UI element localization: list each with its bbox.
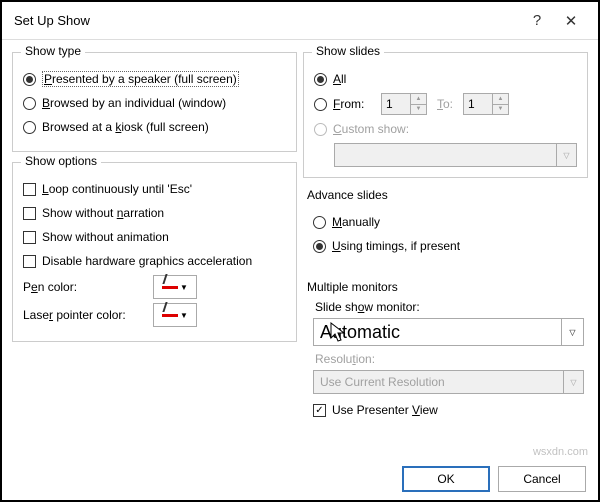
radio-icon: [314, 98, 327, 111]
show-slides-legend: Show slides: [312, 44, 384, 58]
pen-color-label: Pen color:: [23, 280, 143, 294]
to-spinner[interactable]: ▲▼: [463, 93, 509, 115]
combo-value: Use Current Resolution: [318, 375, 445, 389]
laser-color-label: Laser pointer color:: [23, 308, 143, 322]
check-disable-hw[interactable]: Disable hardware graphics acceleration: [23, 254, 252, 268]
show-options-legend: Show options: [21, 154, 101, 168]
watermark: wsxdn.com: [533, 446, 588, 458]
chevron-down-icon: ▼: [180, 311, 188, 320]
radio-timings[interactable]: Using timings, if present: [313, 239, 460, 253]
show-type-group: Show type Presented by a speaker (full s…: [12, 52, 297, 152]
check-no-animation[interactable]: Show without animation: [23, 230, 169, 244]
arrow-up-icon: ▲: [493, 94, 508, 105]
pen-color-button[interactable]: ▼: [153, 275, 197, 299]
show-type-legend: Show type: [21, 44, 85, 58]
radio-presented-speaker[interactable]: Presented by a speaker (full screen): [23, 71, 239, 87]
left-column: Show type Presented by a speaker (full s…: [12, 46, 297, 424]
checkbox-label: Show without narration: [42, 206, 164, 220]
radio-icon: [313, 240, 326, 253]
check-presenter-view[interactable]: Use Presenter View: [313, 403, 438, 417]
arrow-up-icon: ▲: [411, 94, 426, 105]
radio-label: From:: [333, 97, 375, 111]
radio-icon: [23, 121, 36, 134]
show-slides-group: Show slides All From: ▲▼ To:: [303, 52, 588, 178]
radio-label: Using timings, if present: [332, 239, 460, 253]
to-input[interactable]: [464, 97, 492, 111]
multiple-monitors-group: Slide show monitor: Automatic ▽ Resoluti…: [303, 300, 588, 420]
radio-icon: [314, 73, 327, 86]
resolution-label: Resolution:: [315, 352, 584, 366]
advance-slides-group: Manually Using timings, if present: [303, 206, 588, 270]
radio-browsed-individual[interactable]: Browsed by an individual (window): [23, 96, 226, 110]
dialog-title: Set Up Show: [14, 13, 520, 28]
help-button[interactable]: ?: [520, 8, 554, 34]
chevron-down-icon: ▽: [556, 144, 576, 166]
custom-show-combo: ▽: [334, 143, 577, 167]
combo-value: Automatic: [320, 322, 400, 343]
radio-label: All: [333, 72, 346, 86]
radio-manually[interactable]: Manually: [313, 215, 380, 229]
radio-icon: [314, 123, 327, 136]
check-loop[interactable]: Loop continuously until 'Esc': [23, 182, 192, 196]
to-label: To:: [437, 97, 453, 111]
laser-color-button[interactable]: ▼: [153, 303, 197, 327]
chevron-down-icon: ▽: [563, 371, 583, 393]
from-input[interactable]: [382, 97, 410, 111]
radio-icon: [313, 216, 326, 229]
close-button[interactable]: ✕: [554, 8, 588, 34]
right-column: Show slides All From: ▲▼ To:: [303, 46, 588, 424]
spinner-arrows[interactable]: ▲▼: [492, 94, 508, 114]
dialog-footer: OK Cancel: [402, 466, 586, 492]
cancel-button[interactable]: Cancel: [498, 466, 586, 492]
show-options-group: Show options Loop continuously until 'Es…: [12, 162, 297, 342]
radio-all-slides[interactable]: All: [314, 72, 346, 86]
color-swatch-icon: [162, 286, 178, 289]
checkbox-icon: [313, 404, 326, 417]
checkbox-label: Disable hardware graphics acceleration: [42, 254, 252, 268]
arrow-down-icon: ▼: [493, 105, 508, 115]
close-icon: ✕: [565, 12, 578, 30]
color-swatch-icon: [162, 314, 178, 317]
checkbox-icon: [23, 255, 36, 268]
radio-browsed-kiosk[interactable]: Browsed at a kiosk (full screen): [23, 120, 209, 134]
title-bar: Set Up Show ? ✕: [2, 2, 598, 40]
radio-icon: [23, 73, 36, 86]
radio-label: Presented by a speaker (full screen): [42, 71, 239, 87]
from-spinner[interactable]: ▲▼: [381, 93, 427, 115]
arrow-down-icon: ▼: [411, 105, 426, 115]
slide-monitor-combo[interactable]: Automatic ▽: [313, 318, 584, 346]
checkbox-label: Use Presenter View: [332, 403, 438, 417]
radio-icon: [23, 97, 36, 110]
multiple-monitors-legend: Multiple monitors: [307, 280, 588, 294]
check-no-narration[interactable]: Show without narration: [23, 206, 164, 220]
radio-label: Browsed by an individual (window): [42, 96, 226, 110]
slide-monitor-label: Slide show monitor:: [315, 300, 584, 314]
chevron-down-icon: ▽: [561, 319, 583, 345]
dialog-body: Show type Presented by a speaker (full s…: [2, 40, 598, 424]
spinner-arrows[interactable]: ▲▼: [410, 94, 426, 114]
radio-from-slides[interactable]: From:: [314, 97, 375, 111]
radio-custom-show: Custom show:: [314, 122, 409, 136]
button-label: OK: [437, 472, 454, 486]
checkbox-icon: [23, 231, 36, 244]
checkbox-label: Show without animation: [42, 230, 169, 244]
advance-slides-legend: Advance slides: [307, 188, 588, 202]
chevron-down-icon: ▼: [180, 283, 188, 292]
button-label: Cancel: [523, 472, 560, 486]
ok-button[interactable]: OK: [402, 466, 490, 492]
radio-label: Manually: [332, 215, 380, 229]
radio-label: Browsed at a kiosk (full screen): [42, 120, 209, 134]
checkbox-label: Loop continuously until 'Esc': [42, 182, 192, 196]
checkbox-icon: [23, 183, 36, 196]
radio-label: Custom show:: [333, 122, 409, 136]
resolution-combo: Use Current Resolution ▽: [313, 370, 584, 394]
checkbox-icon: [23, 207, 36, 220]
